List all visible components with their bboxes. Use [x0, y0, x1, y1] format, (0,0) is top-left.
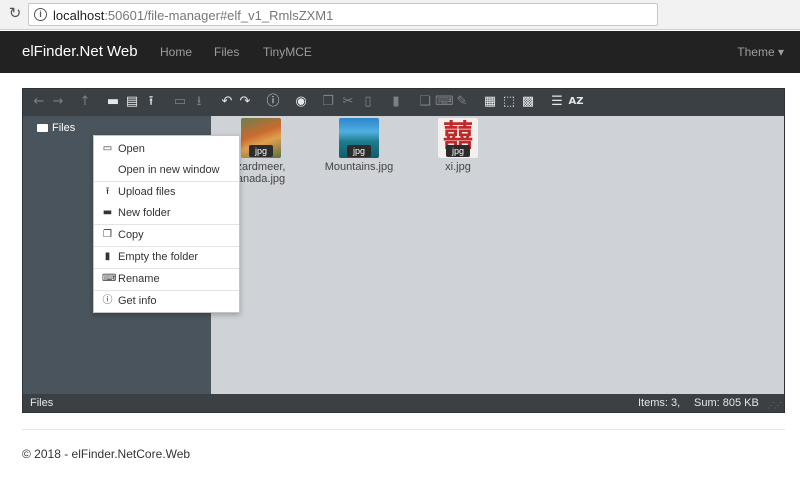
info-icon: ⓘ: [102, 295, 113, 306]
undo-icon[interactable]: ↶: [219, 94, 235, 110]
nav-tinymce-link[interactable]: TinyMCE: [263, 45, 312, 59]
image-thumbnail: jpg: [241, 118, 281, 158]
status-path: Files: [30, 397, 54, 409]
tree-root-label: Files: [52, 122, 76, 134]
copy-icon[interactable]: ❐: [320, 94, 336, 110]
empty-folder-icon: ▮: [104, 251, 111, 262]
file-name: xi.jpg: [445, 161, 471, 173]
up-icon[interactable]: ↑: [77, 94, 93, 110]
invert-selection-icon[interactable]: ▩: [520, 94, 536, 110]
footer-copyright: © 2018 - elFinder.NetCore.Web: [22, 447, 191, 461]
menu-item-new-folder[interactable]: ▬ New folder: [94, 202, 239, 224]
file-item[interactable]: 囍 jpg xi.jpg: [413, 118, 503, 173]
rename-icon[interactable]: ⌨: [435, 94, 454, 110]
file-type-badge: jpg: [249, 145, 273, 157]
duplicate-icon[interactable]: ❏: [417, 94, 433, 110]
image-thumbnail: 囍 jpg: [438, 118, 478, 158]
status-bar: Files Items: 3, Sum: 805 KB ⋰⋰: [23, 394, 784, 412]
rename-icon: ⌨: [102, 273, 117, 284]
menu-item-empty-folder[interactable]: ▮ Empty the folder: [94, 246, 239, 268]
forward-icon[interactable]: →: [50, 94, 66, 110]
url-text: localhost:50601/file-manager#elf_v1_Rmls…: [53, 8, 334, 23]
resize-grip-icon[interactable]: ⋰⋰: [767, 401, 782, 410]
copy-icon: ❐: [103, 229, 112, 240]
file-type-badge: jpg: [347, 145, 371, 157]
browser-address-bar: ↻ i localhost:50601/file-manager#elf_v1_…: [0, 0, 800, 30]
info-icon[interactable]: ⓘ: [265, 94, 281, 110]
navbar: elFinder.Net Web Home Files TinyMCE Them…: [0, 31, 800, 73]
brand-link[interactable]: elFinder.Net Web: [22, 43, 138, 60]
upload-icon: ⭱: [105, 186, 110, 197]
image-thumbnail: jpg: [339, 118, 379, 158]
tree-root-files[interactable]: Files: [37, 122, 75, 134]
file-type-badge: jpg: [446, 145, 470, 157]
file-item[interactable]: jpg Mountains.jpg: [314, 118, 404, 173]
menu-item-copy[interactable]: ❐ Copy: [94, 224, 239, 246]
status-items-count: Items: 3,: [638, 397, 681, 409]
redo-icon[interactable]: ↷: [237, 94, 253, 110]
delete-icon[interactable]: ▮: [388, 94, 404, 110]
new-folder-icon: ▬: [102, 207, 113, 218]
context-menu: ▭ Open Open in new window ⭱ Upload files…: [93, 135, 240, 313]
edit-icon[interactable]: ✎: [454, 94, 470, 110]
back-icon[interactable]: ←: [31, 94, 47, 110]
reload-icon[interactable]: ↻: [6, 5, 24, 23]
sort-icon[interactable]: AZ: [568, 94, 584, 110]
theme-dropdown[interactable]: Theme ▾: [737, 45, 784, 59]
upload-icon[interactable]: ⭱: [143, 94, 159, 110]
download-icon[interactable]: ⭳: [191, 94, 207, 110]
nav-home-link[interactable]: Home: [160, 45, 192, 59]
menu-item-open[interactable]: ▭ Open: [94, 138, 239, 160]
menu-item-upload-files[interactable]: ⭱ Upload files: [94, 181, 239, 203]
folder-open-icon: ▭: [102, 143, 113, 154]
new-file-icon[interactable]: ▤: [124, 94, 140, 110]
site-info-icon[interactable]: i: [34, 8, 47, 21]
nav-files-link[interactable]: Files: [214, 45, 239, 59]
current-directory-pane[interactable]: jpg zardmeer, anada.jpg jpg Mountains.jpg…: [211, 116, 784, 394]
select-all-icon[interactable]: ▦: [482, 94, 498, 110]
cut-icon[interactable]: ✂: [340, 94, 356, 110]
file-name: Mountains.jpg: [324, 161, 394, 173]
folder-icon: [37, 124, 48, 132]
toolbar: ← → ↑ ▬ ▤ ⭱ ▭ ⭳ ↶ ↷ ⓘ ◉ ❐ ✂ ▯ ▮ ❏ ⌨ ✎ ▦ …: [23, 89, 784, 116]
menu-item-open-new-window[interactable]: Open in new window: [94, 159, 239, 181]
new-folder-icon[interactable]: ▬: [105, 94, 121, 110]
list-view-icon[interactable]: ☰: [549, 94, 565, 110]
select-none-icon[interactable]: ⬚: [501, 94, 517, 110]
menu-item-get-info[interactable]: ⓘ Get info: [94, 290, 239, 312]
paste-icon[interactable]: ▯: [360, 94, 376, 110]
url-field[interactable]: i localhost:50601/file-manager#elf_v1_Rm…: [28, 3, 658, 26]
open-icon[interactable]: ▭: [172, 94, 188, 110]
footer-divider: [22, 429, 785, 430]
status-size-sum: Sum: 805 KB: [694, 397, 759, 409]
preview-icon[interactable]: ◉: [293, 94, 309, 110]
menu-item-rename[interactable]: ⌨ Rename: [94, 268, 239, 290]
